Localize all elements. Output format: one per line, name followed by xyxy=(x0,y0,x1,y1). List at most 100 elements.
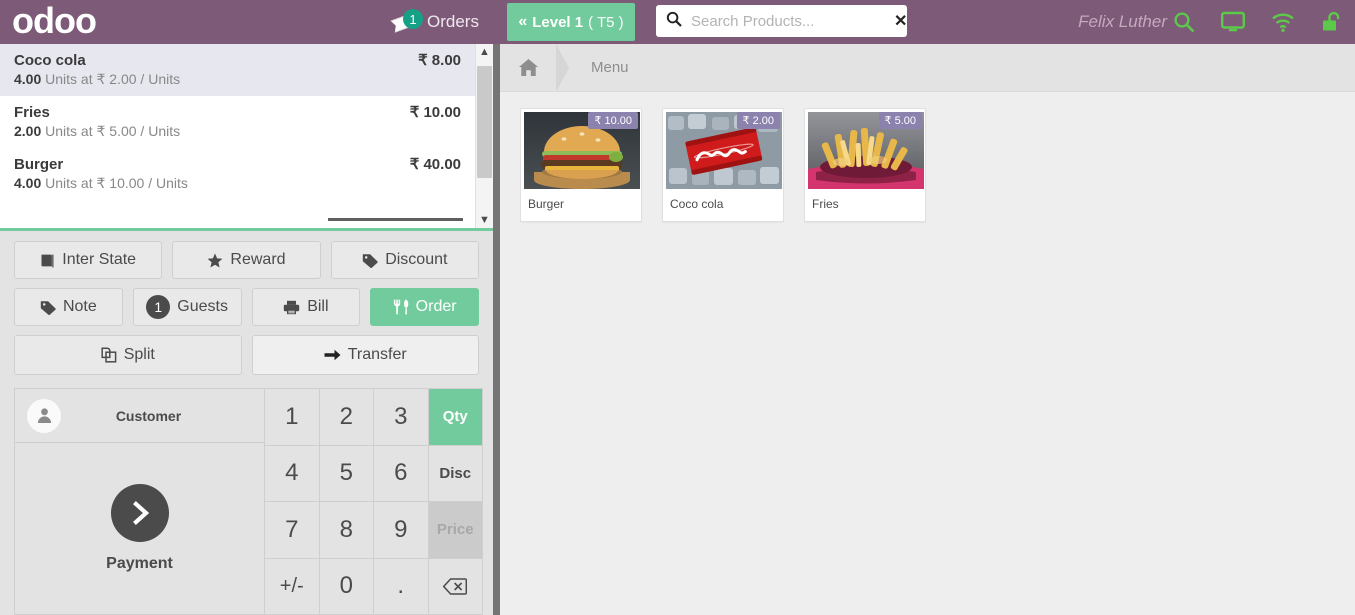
order-total-divider xyxy=(328,218,463,221)
order-lines-list: Coco cola ₹ 8.00 4.00 Units at ₹ 2.00 / Un… xyxy=(0,44,475,228)
backspace-icon xyxy=(443,578,468,595)
chevron-down-icon[interactable]: ▼ xyxy=(479,212,490,228)
order-line[interactable]: Coco cola ₹ 8.00 4.00 Units at ₹ 2.00 / Un… xyxy=(0,44,475,96)
button-label: Split xyxy=(123,346,155,363)
numpad-key-7[interactable]: 7 xyxy=(265,502,320,559)
search-input[interactable] xyxy=(682,12,890,30)
pos-right-panel: Menu ₹ 10.00 Burger ₹ 2.00 Coco cola ₹ 5.00 F… xyxy=(500,43,1355,615)
reward-button[interactable]: Reward xyxy=(172,241,321,279)
printer-icon xyxy=(283,300,300,315)
numpad-key-3[interactable]: 3 xyxy=(374,389,429,446)
order-line[interactable]: Fries ₹ 10.00 2.00 Units at ₹ 5.00 / Units xyxy=(0,96,475,148)
order-line-qty: 4.00 xyxy=(14,71,42,87)
button-label: Order xyxy=(415,298,457,315)
top-header-bar: odoo 1 Orders « Level 1 ( T5 ) ✕ Felix L… xyxy=(0,0,1355,44)
numpad-key-9[interactable]: 9 xyxy=(374,502,429,559)
numpad: 1 2 3 Qty 4 5 6 Disc 7 8 9 Price +/- 0. xyxy=(264,388,483,615)
button-label: Bill xyxy=(307,298,329,315)
button-label: Guests xyxy=(177,298,228,315)
orders-button[interactable]: 1 Orders xyxy=(392,0,479,44)
order-line-qty: 2.00 xyxy=(14,123,42,139)
pos-left-panel: Coco cola ₹ 8.00 4.00 Units at ₹ 2.00 / Un… xyxy=(0,44,500,615)
guests-button[interactable]: 1 Guests xyxy=(132,288,242,326)
product-search-box[interactable]: ✕ xyxy=(656,5,907,37)
numpad-key-[interactable]: +/- xyxy=(265,558,320,615)
monitor-icon[interactable] xyxy=(1221,11,1245,33)
numpad-key-[interactable]: . xyxy=(374,558,429,615)
order-line-unit-price: Units at ₹ 5.00 / Units xyxy=(45,123,181,139)
note-button[interactable]: Note xyxy=(14,288,123,326)
order-line-unit-price: Units at ₹ 10.00 / Units xyxy=(45,175,188,191)
order-line-detail: 2.00 Units at ₹ 5.00 / Units xyxy=(14,123,461,140)
customer-label: Customer xyxy=(115,407,182,424)
numpad-key-8[interactable]: 8 xyxy=(319,502,374,559)
cutlery-icon xyxy=(393,299,409,315)
numpad-key-qty[interactable]: Qty xyxy=(428,389,483,446)
numpad-key-4[interactable]: 4 xyxy=(265,445,320,502)
order-line-name: Coco cola xyxy=(14,52,86,69)
order-line-name: Fries xyxy=(14,104,50,121)
order-line-detail: 4.00 Units at ₹ 10.00 / Units xyxy=(14,175,461,192)
numpad-key-disc[interactable]: Disc xyxy=(428,445,483,502)
payment-label: Payment xyxy=(106,555,173,572)
scrollbar-track[interactable] xyxy=(476,60,493,212)
tag-icon xyxy=(362,253,378,268)
wifi-icon[interactable] xyxy=(1271,12,1295,32)
button-label: Note xyxy=(62,298,97,315)
button-label: Discount xyxy=(385,251,448,268)
product-name: Burger xyxy=(528,197,565,211)
select-customer-button[interactable]: Customer xyxy=(15,389,264,443)
numpad-backspace-key[interactable] xyxy=(428,558,483,615)
product-name: Fries xyxy=(812,197,839,211)
order-line-unit-price: Units at ₹ 2.00 / Units xyxy=(45,71,181,87)
main-body: Coco cola ₹ 8.00 4.00 Units at ₹ 2.00 / Un… xyxy=(0,43,1355,615)
order-line-price: ₹ 8.00 xyxy=(418,52,461,69)
header-icon-group xyxy=(1173,0,1343,44)
numpad-key-5[interactable]: 5 xyxy=(319,445,374,502)
odoo-logo[interactable]: odoo xyxy=(0,2,97,39)
chevron-right-icon xyxy=(110,484,169,542)
product-price-badge: ₹ 5.00 xyxy=(878,112,922,129)
level-name: Level 1 xyxy=(532,13,584,31)
action-row-2: Note 1 Guests Bill Order xyxy=(14,288,479,326)
scrollbar-thumb[interactable] xyxy=(477,66,492,178)
order-list-scrollbar[interactable]: ▲ ▼ xyxy=(475,44,493,228)
bill-button[interactable]: Bill xyxy=(251,288,361,326)
unlock-icon[interactable] xyxy=(1321,11,1343,33)
transfer-button[interactable]: Transfer xyxy=(251,335,479,375)
split-button[interactable]: Split xyxy=(14,335,242,375)
table-level-button[interactable]: « Level 1 ( T5 ) xyxy=(507,3,635,41)
numpad-key-2[interactable]: 2 xyxy=(319,389,374,446)
order-line-price: ₹ 10.00 xyxy=(409,104,461,121)
order-line-price: ₹ 40.00 xyxy=(409,156,461,173)
button-label: Inter State xyxy=(62,251,137,268)
button-label: Reward xyxy=(230,251,286,268)
book-icon xyxy=(40,253,55,268)
person-icon xyxy=(27,398,61,433)
numpad-key-1[interactable]: 1 xyxy=(265,389,320,446)
product-card[interactable]: ₹ 2.00 Coco cola xyxy=(662,108,784,222)
product-name: Coco cola xyxy=(670,197,724,211)
breadcrumb-item-menu[interactable]: Menu xyxy=(569,59,629,76)
chevron-up-icon[interactable]: ▲ xyxy=(479,44,490,60)
home-icon[interactable] xyxy=(500,58,557,77)
button-label: Transfer xyxy=(347,346,407,363)
search-icon xyxy=(666,11,682,32)
order-line[interactable]: Burger ₹ 40.00 4.00 Units at ₹ 10.00 / Uni… xyxy=(0,148,475,200)
numpad-key-0[interactable]: 0 xyxy=(319,558,374,615)
search-icon[interactable] xyxy=(1173,11,1195,33)
close-icon[interactable]: ✕ xyxy=(890,11,907,31)
discount-button[interactable]: Discount xyxy=(330,241,479,279)
breadcrumb-separator xyxy=(556,43,569,92)
arrow-right-icon xyxy=(324,348,341,362)
customer-payment-panel: Customer Payment xyxy=(14,388,264,615)
numpad-key-6[interactable]: 6 xyxy=(374,445,429,502)
product-card[interactable]: ₹ 5.00 Fries xyxy=(804,108,926,222)
inter-state-button[interactable]: Inter State xyxy=(14,241,163,279)
orders-count-badge: 1 xyxy=(403,9,423,29)
action-row-1: Inter State Reward Discount xyxy=(14,241,479,279)
order-button[interactable]: Order xyxy=(370,288,479,326)
product-card[interactable]: ₹ 10.00 Burger xyxy=(520,108,642,222)
customer-and-numpad: Customer Payment 1 2 3 Qty 4 5 6 Disc 7 8 9 Price +/… xyxy=(0,388,493,615)
payment-button[interactable]: Payment xyxy=(15,443,264,614)
